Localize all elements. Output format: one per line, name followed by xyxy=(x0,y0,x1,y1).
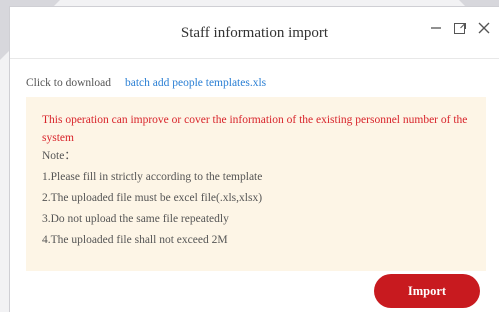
note-list: 1.Please fill in strictly according to t… xyxy=(42,168,470,249)
note-item: 4.The uploaded file shall not exceed 2M xyxy=(42,234,228,246)
minimize-button[interactable] xyxy=(427,19,445,37)
minimize-icon xyxy=(431,27,441,29)
notice-box: This operation can improve or cover the … xyxy=(26,97,486,271)
note-item: 2.The uploaded file must be excel file(.… xyxy=(42,192,263,204)
note-item: 3.Do not upload the same file repeatedly xyxy=(42,213,229,225)
staff-import-dialog: Staff information import Click to downlo… xyxy=(9,6,499,312)
download-label: Click to download xyxy=(26,77,111,89)
window-controls xyxy=(427,19,493,37)
import-button[interactable]: Import xyxy=(374,274,480,308)
maximize-icon xyxy=(454,23,466,34)
note-item: 1.Please fill in strictly according to t… xyxy=(42,171,263,183)
close-button[interactable] xyxy=(475,19,493,37)
warning-text: This operation can improve or cover the … xyxy=(42,114,468,144)
template-download-link[interactable]: batch add people templates.xls xyxy=(125,77,266,89)
maximize-button[interactable] xyxy=(451,19,469,37)
dialog-titlebar: Staff information import xyxy=(10,7,499,59)
download-row: Click to download batch add people templ… xyxy=(26,77,266,89)
note-heading: Note： xyxy=(42,150,76,162)
dialog-title: Staff information import xyxy=(180,25,329,41)
close-icon xyxy=(478,22,490,34)
